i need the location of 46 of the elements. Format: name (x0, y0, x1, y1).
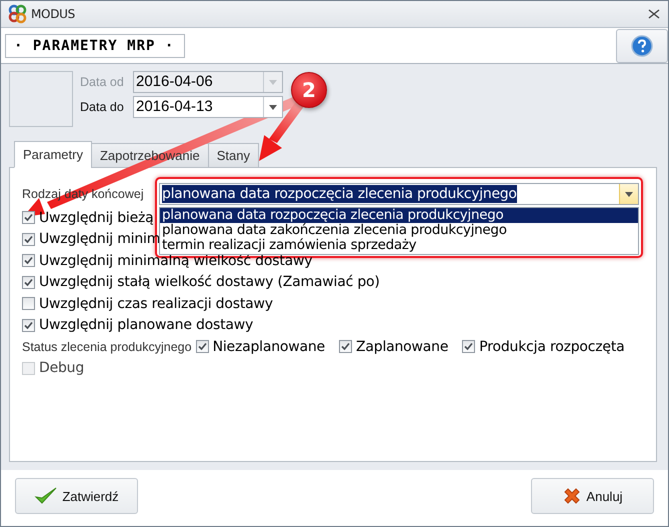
cross-icon (562, 486, 582, 506)
date-label: Data od (80, 75, 125, 89)
checkmark-icon (198, 342, 207, 352)
checkbox[interactable] (22, 276, 35, 289)
checkmark-icon (24, 320, 33, 330)
close-icon[interactable] (648, 9, 660, 19)
checkbox-label: Uwzględnij stałą wielkość dostawy (Zamawiać po) (39, 274, 380, 290)
dropdown-option[interactable]: planowana data rozpoczęcia zlecenia produkcyjnego (160, 208, 638, 223)
checkmark-icon (24, 234, 33, 244)
status-label: Status zlecenia produkcyjnego (22, 340, 192, 354)
checkbox-label: Uwzględnij planowane dostawy (39, 317, 254, 334)
date-type-dropdown[interactable]: planowana data rozpoczęcia zlecenia produkcyjnego (159, 183, 639, 205)
checkbox[interactable] (22, 211, 35, 224)
checkbox[interactable] (22, 318, 35, 332)
checkbox[interactable] (22, 232, 35, 246)
checkbox[interactable] (22, 254, 35, 268)
checkbox-label: Debug (39, 360, 84, 376)
checkmark-icon (24, 256, 33, 266)
checkmark-icon (464, 342, 474, 352)
checkbox[interactable] (22, 297, 35, 310)
form-title: · PARAMETRY MRP · (5, 34, 185, 58)
checkbox[interactable] (462, 340, 476, 354)
checkmark-icon (340, 342, 350, 352)
confirm-button[interactable]: Zatwierdź (15, 478, 138, 514)
checkbox-label: Uwzględnij bieżą (39, 210, 154, 226)
date-field[interactable]: 2016-04-13 (133, 96, 283, 118)
caret-icon[interactable] (269, 104, 277, 110)
caret-icon[interactable] (625, 192, 633, 196)
window-title: MODUS (31, 7, 76, 21)
checkmark-icon (34, 486, 58, 506)
checkbox[interactable] (338, 340, 352, 354)
checkbox-label: Zaplanowane (356, 338, 448, 355)
tab[interactable]: Parametry (14, 141, 92, 168)
checkmark-icon (24, 278, 33, 287)
checkbox[interactable] (196, 340, 209, 354)
help-button[interactable] (616, 29, 668, 63)
checkbox-label: Niezaplanowane (212, 338, 325, 355)
logo-icon (7, 4, 29, 24)
checkbox-label: Produkcja rozpoczęta (479, 338, 625, 355)
date-label: Data do (80, 100, 125, 114)
cancel-button[interactable]: Anuluj (531, 478, 654, 514)
checkmark-icon (24, 213, 33, 222)
image-placeholder (9, 71, 73, 127)
help-icon (631, 35, 653, 57)
tab[interactable]: Stany (208, 143, 259, 168)
checkbox-label: Uwzględnij czas realizacji dostawy (39, 296, 273, 312)
